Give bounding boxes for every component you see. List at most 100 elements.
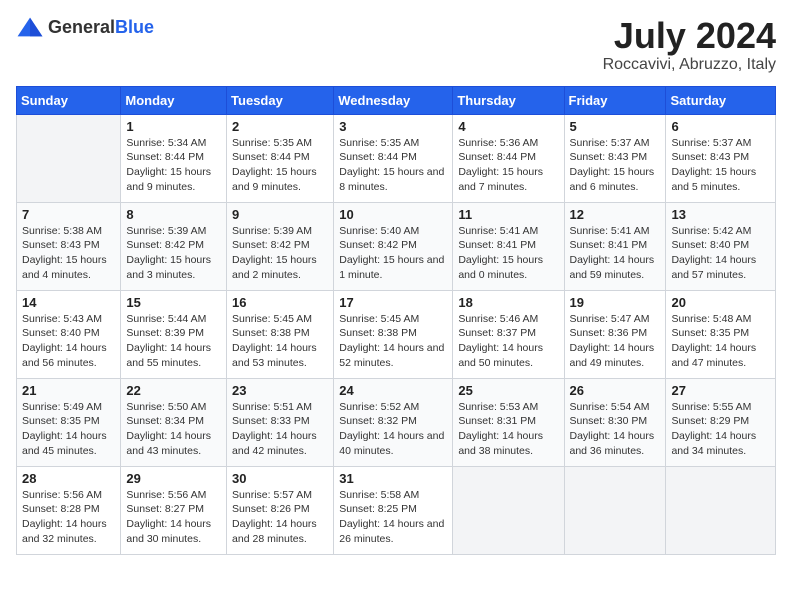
location-title: Roccavivi, Abruzzo, Italy — [603, 56, 776, 74]
day-info: Sunrise: 5:55 AMSunset: 8:29 PMDaylight:… — [671, 400, 770, 459]
calendar-cell: 13 Sunrise: 5:42 AMSunset: 8:40 PMDayligh… — [666, 202, 776, 290]
calendar-cell: 22Sunrise: 5:50 AMSunset: 8:34 PMDayligh… — [121, 378, 227, 466]
logo-icon — [16, 16, 44, 38]
calendar-cell: 6Sunrise: 5:37 AMSunset: 8:43 PMDaylight… — [666, 114, 776, 202]
calendar-cell: 20 Sunrise: 5:48 AMSunset: 8:35 PMDayligh… — [666, 290, 776, 378]
calendar-cell: 7 Sunrise: 5:38 AMSunset: 8:43 PMDaylight… — [17, 202, 121, 290]
calendar-header: SundayMondayTuesdayWednesdayThursdayFrid… — [17, 86, 776, 114]
day-number: 8 — [126, 207, 221, 222]
page-header: GeneralBlue July 2024 Roccavivi, Abruzzo… — [16, 16, 776, 74]
calendar-cell: 23 Sunrise: 5:51 AMSunset: 8:33 PMDayligh… — [227, 378, 334, 466]
day-number: 26 — [570, 383, 661, 398]
day-info: Sunrise: 5:49 AMSunset: 8:35 PMDaylight:… — [22, 400, 115, 459]
calendar-week-2: 7 Sunrise: 5:38 AMSunset: 8:43 PMDaylight… — [17, 202, 776, 290]
day-info: Sunrise: 5:35 AMSunset: 8:44 PMDaylight:… — [232, 136, 328, 195]
calendar-week-4: 21 Sunrise: 5:49 AMSunset: 8:35 PMDayligh… — [17, 378, 776, 466]
day-number: 27 — [671, 383, 770, 398]
calendar-cell: 29 Sunrise: 5:56 AMSunset: 8:27 PMDayligh… — [121, 466, 227, 554]
col-header-sunday: Sunday — [17, 86, 121, 114]
day-number: 30 — [232, 471, 328, 486]
calendar-cell — [17, 114, 121, 202]
calendar-cell: 31Sunrise: 5:58 AMSunset: 8:25 PMDayligh… — [334, 466, 453, 554]
month-title: July 2024 — [603, 16, 776, 56]
day-number: 29 — [126, 471, 221, 486]
col-header-wednesday: Wednesday — [334, 86, 453, 114]
calendar-cell: 18 Sunrise: 5:46 AMSunset: 8:37 PMDayligh… — [453, 290, 564, 378]
day-info: Sunrise: 5:46 AMSunset: 8:37 PMDaylight:… — [458, 312, 558, 371]
day-info: Sunrise: 5:54 AMSunset: 8:30 PMDaylight:… — [570, 400, 661, 459]
day-info: Sunrise: 5:35 AMSunset: 8:44 PMDaylight:… — [339, 136, 447, 195]
calendar-cell: 5Sunrise: 5:37 AMSunset: 8:43 PMDaylight… — [564, 114, 666, 202]
calendar-cell: 15 Sunrise: 5:44 AMSunset: 8:39 PMDayligh… — [121, 290, 227, 378]
day-number: 17 — [339, 295, 447, 310]
day-info: Sunrise: 5:39 AMSunset: 8:42 PMDaylight:… — [232, 224, 328, 283]
day-number: 20 — [671, 295, 770, 310]
calendar-cell: 30 Sunrise: 5:57 AMSunset: 8:26 PMDayligh… — [227, 466, 334, 554]
day-number: 23 — [232, 383, 328, 398]
col-header-monday: Monday — [121, 86, 227, 114]
day-info: Sunrise: 5:45 AMSunset: 8:38 PMDaylight:… — [232, 312, 328, 371]
calendar-cell: 3Sunrise: 5:35 AMSunset: 8:44 PMDaylight… — [334, 114, 453, 202]
day-info: Sunrise: 5:37 AMSunset: 8:43 PMDaylight:… — [570, 136, 661, 195]
day-info: Sunrise: 5:34 AMSunset: 8:44 PMDaylight:… — [126, 136, 221, 195]
day-number: 25 — [458, 383, 558, 398]
day-info: Sunrise: 5:48 AMSunset: 8:35 PMDaylight:… — [671, 312, 770, 371]
day-number: 22 — [126, 383, 221, 398]
calendar-week-3: 14 Sunrise: 5:43 AMSunset: 8:40 PMDayligh… — [17, 290, 776, 378]
calendar-cell — [564, 466, 666, 554]
day-number: 7 — [22, 207, 115, 222]
calendar-week-1: 1 Sunrise: 5:34 AMSunset: 8:44 PMDaylight… — [17, 114, 776, 202]
day-number: 11 — [458, 207, 558, 222]
calendar-cell — [666, 466, 776, 554]
calendar-cell — [453, 466, 564, 554]
day-info: Sunrise: 5:56 AMSunset: 8:27 PMDaylight:… — [126, 488, 221, 547]
day-number: 18 — [458, 295, 558, 310]
day-number: 24 — [339, 383, 447, 398]
day-info: Sunrise: 5:36 AMSunset: 8:44 PMDaylight:… — [458, 136, 558, 195]
day-number: 2 — [232, 119, 328, 134]
calendar-cell: 21 Sunrise: 5:49 AMSunset: 8:35 PMDayligh… — [17, 378, 121, 466]
day-info: Sunrise: 5:42 AMSunset: 8:40 PMDaylight:… — [671, 224, 770, 283]
day-number: 28 — [22, 471, 115, 486]
calendar-cell: 16Sunrise: 5:45 AMSunset: 8:38 PMDayligh… — [227, 290, 334, 378]
day-info: Sunrise: 5:47 AMSunset: 8:36 PMDaylight:… — [570, 312, 661, 371]
calendar-cell: 27 Sunrise: 5:55 AMSunset: 8:29 PMDayligh… — [666, 378, 776, 466]
day-number: 4 — [458, 119, 558, 134]
logo-blue: Blue — [115, 17, 154, 37]
calendar-cell: 2 Sunrise: 5:35 AMSunset: 8:44 PMDaylight… — [227, 114, 334, 202]
calendar-week-5: 28 Sunrise: 5:56 AMSunset: 8:28 PMDayligh… — [17, 466, 776, 554]
day-number: 13 — [671, 207, 770, 222]
day-number: 9 — [232, 207, 328, 222]
calendar-cell: 9 Sunrise: 5:39 AMSunset: 8:42 PMDaylight… — [227, 202, 334, 290]
calendar-cell: 28 Sunrise: 5:56 AMSunset: 8:28 PMDayligh… — [17, 466, 121, 554]
day-info: Sunrise: 5:41 AMSunset: 8:41 PMDaylight:… — [458, 224, 558, 283]
calendar-cell: 17 Sunrise: 5:45 AMSunset: 8:38 PMDayligh… — [334, 290, 453, 378]
day-info: Sunrise: 5:39 AMSunset: 8:42 PMDaylight:… — [126, 224, 221, 283]
day-number: 10 — [339, 207, 447, 222]
col-header-thursday: Thursday — [453, 86, 564, 114]
calendar-cell: 4 Sunrise: 5:36 AMSunset: 8:44 PMDaylight… — [453, 114, 564, 202]
day-number: 19 — [570, 295, 661, 310]
day-info: Sunrise: 5:58 AMSunset: 8:25 PMDaylight:… — [339, 488, 447, 547]
calendar-cell: 25Sunrise: 5:53 AMSunset: 8:31 PMDayligh… — [453, 378, 564, 466]
col-header-friday: Friday — [564, 86, 666, 114]
calendar-cell: 19 Sunrise: 5:47 AMSunset: 8:36 PMDayligh… — [564, 290, 666, 378]
title-block: July 2024 Roccavivi, Abruzzo, Italy — [603, 16, 776, 74]
calendar-cell: 12Sunrise: 5:41 AMSunset: 8:41 PMDayligh… — [564, 202, 666, 290]
day-info: Sunrise: 5:45 AMSunset: 8:38 PMDaylight:… — [339, 312, 447, 371]
day-info: Sunrise: 5:57 AMSunset: 8:26 PMDaylight:… — [232, 488, 328, 547]
day-info: Sunrise: 5:43 AMSunset: 8:40 PMDaylight:… — [22, 312, 115, 371]
day-info: Sunrise: 5:38 AMSunset: 8:43 PMDaylight:… — [22, 224, 115, 283]
calendar-table: SundayMondayTuesdayWednesdayThursdayFrid… — [16, 86, 776, 555]
day-info: Sunrise: 5:51 AMSunset: 8:33 PMDaylight:… — [232, 400, 328, 459]
day-info: Sunrise: 5:44 AMSunset: 8:39 PMDaylight:… — [126, 312, 221, 371]
day-info: Sunrise: 5:40 AMSunset: 8:42 PMDaylight:… — [339, 224, 447, 283]
calendar-cell: 1 Sunrise: 5:34 AMSunset: 8:44 PMDaylight… — [121, 114, 227, 202]
day-number: 1 — [126, 119, 221, 134]
day-number: 21 — [22, 383, 115, 398]
day-number: 14 — [22, 295, 115, 310]
day-info: Sunrise: 5:56 AMSunset: 8:28 PMDaylight:… — [22, 488, 115, 547]
day-number: 12 — [570, 207, 661, 222]
calendar-cell: 10 Sunrise: 5:40 AMSunset: 8:42 PMDayligh… — [334, 202, 453, 290]
day-number: 15 — [126, 295, 221, 310]
